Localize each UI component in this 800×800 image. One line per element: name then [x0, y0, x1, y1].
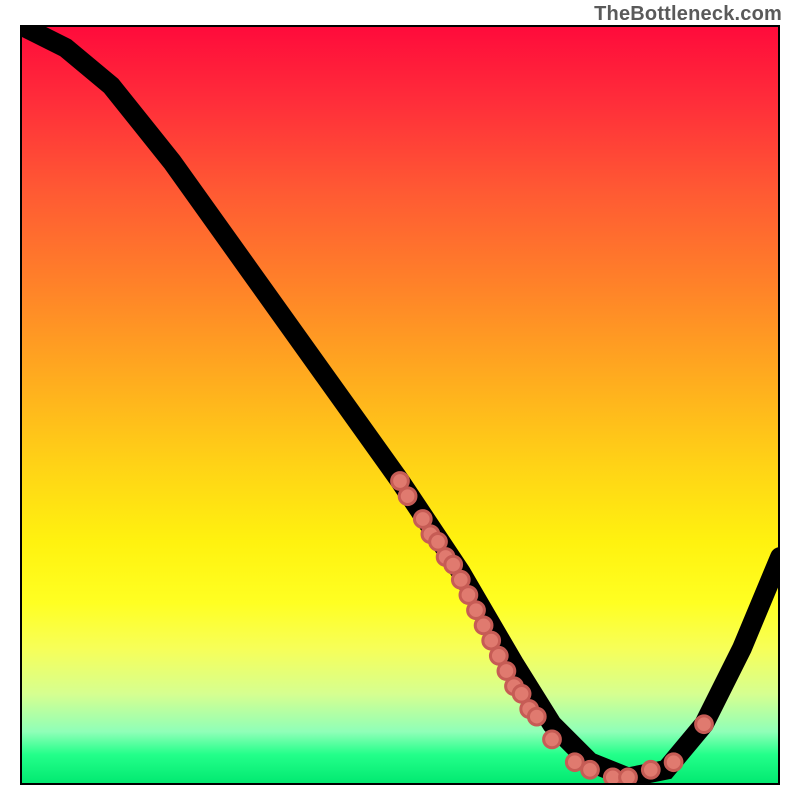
bottleneck-curve	[20, 25, 780, 777]
highlight-dot	[528, 708, 545, 725]
highlight-dot	[665, 754, 682, 771]
highlight-dot	[642, 761, 659, 778]
highlight-dot	[399, 488, 416, 505]
highlight-dots-group	[392, 473, 713, 785]
attribution-label: TheBottleneck.com	[594, 3, 782, 26]
highlight-dot	[696, 716, 713, 733]
highlight-dot	[582, 761, 599, 778]
highlight-dot	[620, 769, 637, 785]
chart-container: TheBottleneck.com	[0, 0, 800, 800]
plot-area	[20, 25, 780, 785]
chart-svg	[20, 25, 780, 785]
highlight-dot	[544, 731, 561, 748]
